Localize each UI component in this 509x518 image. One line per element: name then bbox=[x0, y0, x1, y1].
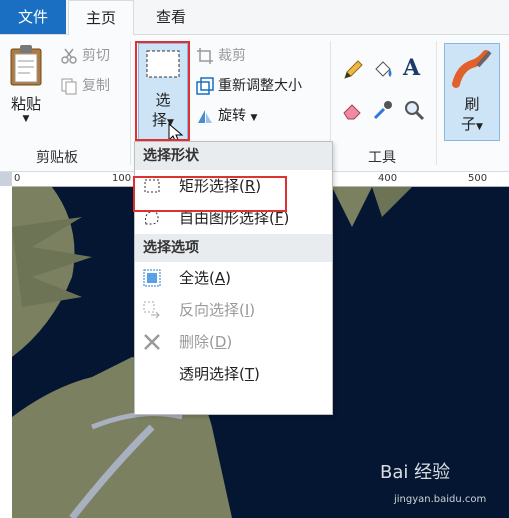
crop-button[interactable]: 裁剪 bbox=[196, 45, 246, 67]
menu-item-hotkey: T bbox=[244, 365, 255, 383]
baidu-watermark: Bai 经验 bbox=[380, 462, 451, 483]
tools-group-label: 工具 bbox=[368, 150, 396, 166]
text-tool-icon[interactable]: A bbox=[403, 55, 420, 81]
rotate-dropdown-icon[interactable]: ▼ bbox=[250, 113, 257, 123]
ribbon-tabs: 文件 主页 查看 bbox=[0, 0, 509, 36]
ruler-tick: 0 bbox=[14, 173, 21, 184]
menu-item-delete[interactable]: 删除(D) bbox=[135, 326, 332, 358]
menu-item-hotkey: D bbox=[214, 333, 227, 351]
select-button-highlight bbox=[135, 41, 190, 141]
menu-item-text: ) bbox=[254, 365, 260, 383]
magnifier-icon[interactable] bbox=[403, 99, 425, 121]
paste-button[interactable]: 粘贴 ▼ bbox=[4, 43, 48, 139]
delete-x-icon bbox=[144, 334, 160, 350]
tab-view[interactable]: 查看 bbox=[140, 0, 202, 34]
crop-icon bbox=[197, 48, 213, 64]
tab-file[interactable]: 文件 bbox=[0, 0, 66, 34]
menu-item-text: ) bbox=[225, 269, 231, 287]
brush-label-line1: 刷 bbox=[464, 95, 480, 113]
crop-label: 裁剪 bbox=[218, 48, 246, 64]
ruler-tick: 500 bbox=[468, 173, 488, 184]
rotate-icon bbox=[198, 110, 212, 123]
watermark-url: jingyan.baidu.com bbox=[394, 494, 487, 505]
ruler-tick: 400 bbox=[378, 173, 398, 184]
menu-item-hotkey: A bbox=[214, 269, 226, 287]
menu-item-select-all[interactable]: 全选(A) bbox=[135, 262, 332, 294]
eraser-icon[interactable] bbox=[342, 99, 364, 121]
copy-icon bbox=[61, 78, 77, 95]
cut-label: 剪切 bbox=[82, 48, 110, 64]
rotate-button[interactable]: 旋转 ▼ bbox=[196, 105, 257, 127]
menu-item-text: 全选( bbox=[179, 269, 215, 287]
paste-label: 粘贴 bbox=[10, 95, 41, 113]
invert-selection-icon bbox=[143, 301, 160, 319]
ruler-tick: 100 bbox=[112, 173, 132, 184]
menu-item-text: ) bbox=[226, 333, 233, 351]
resize-label: 重新调整大小 bbox=[218, 78, 302, 94]
menu-header-selection-shapes: 选择形状 bbox=[135, 142, 332, 170]
cut-button[interactable]: 剪切 bbox=[60, 45, 110, 67]
menu-item-text: 透明选择( bbox=[179, 365, 245, 383]
clipboard-group-label: 剪贴板 bbox=[36, 150, 78, 166]
scissors-icon bbox=[61, 48, 77, 64]
tab-home[interactable]: 主页 bbox=[68, 0, 134, 36]
fill-bucket-icon[interactable] bbox=[372, 59, 394, 81]
group-divider bbox=[436, 41, 437, 165]
brush-dropdown-icon[interactable]: ▼ bbox=[476, 122, 483, 132]
menu-item-transparent-selection[interactable]: 透明选择(T) bbox=[135, 358, 332, 390]
resize-icon bbox=[196, 77, 214, 95]
menu-item-text: 删除( bbox=[179, 333, 215, 351]
rotate-label: 旋转 bbox=[218, 108, 246, 124]
resize-button[interactable]: 重新调整大小 bbox=[196, 75, 302, 97]
menu-item-text: ) bbox=[249, 301, 256, 319]
brush-icon bbox=[452, 50, 492, 88]
menu-header-selection-options: 选择选项 bbox=[135, 234, 332, 262]
rectangular-selection-highlight bbox=[133, 176, 287, 212]
menu-item-invert-selection[interactable]: 反向选择(I) bbox=[135, 294, 332, 326]
clipboard-icon bbox=[10, 45, 42, 86]
menu-item-text: 反向选择( bbox=[179, 301, 245, 319]
select-all-icon bbox=[143, 269, 161, 287]
group-divider bbox=[130, 41, 131, 165]
paste-dropdown-icon[interactable]: ▼ bbox=[4, 114, 48, 124]
brushes-button[interactable]: 刷 子▼ bbox=[444, 43, 500, 141]
copy-button[interactable]: 复制 bbox=[60, 75, 110, 97]
pencil-icon[interactable] bbox=[342, 59, 364, 81]
copy-label: 复制 bbox=[82, 78, 110, 94]
color-picker-icon[interactable] bbox=[372, 99, 394, 121]
brush-label-line2: 子 bbox=[461, 115, 477, 133]
